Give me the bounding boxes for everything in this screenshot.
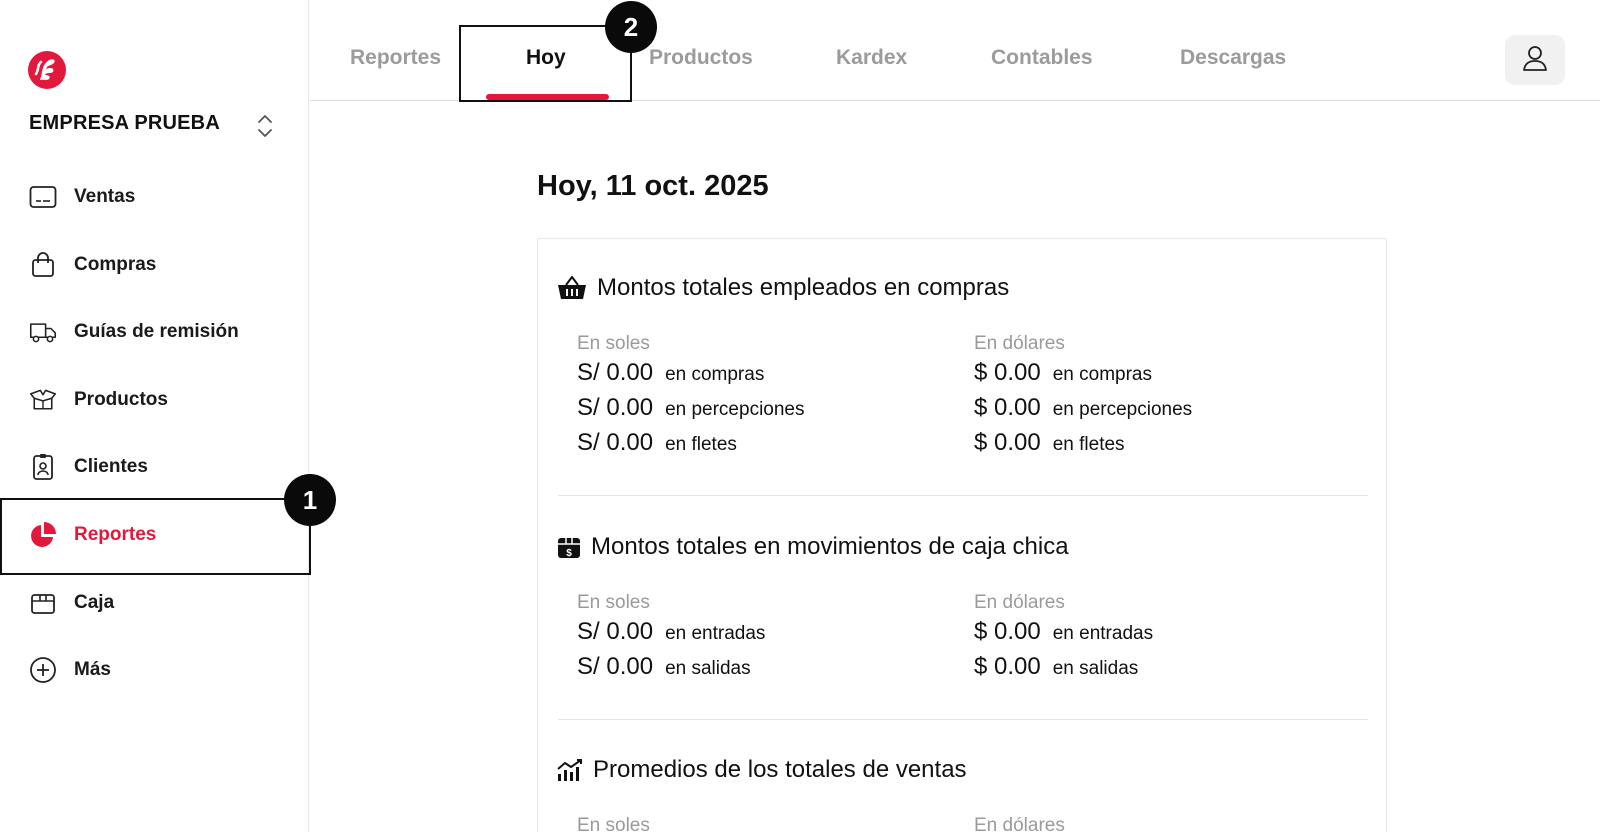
tab-kardex[interactable]: Kardex <box>836 46 907 70</box>
amount-row: S/ 0.00 en salidas <box>577 653 751 681</box>
amount-row: S/ 0.00 en entradas <box>577 618 765 646</box>
sidebar-item-label: Más <box>74 659 111 680</box>
amount-description: en entradas <box>665 623 766 644</box>
amount-value: S/ 0.00 <box>577 618 654 645</box>
amount-description: en percepciones <box>665 399 805 420</box>
amount-description: en fletes <box>1052 434 1125 455</box>
tab-descargas[interactable]: Descargas <box>1180 46 1286 70</box>
page-title: Hoy, 11 oct. 2025 <box>537 170 769 202</box>
sidebar-item-caja[interactable]: Caja <box>0 575 309 631</box>
amount-description: en compras <box>1052 364 1153 385</box>
plus-circle-icon <box>29 656 57 684</box>
section-header-promedios: Promedios de los totales de ventas <box>557 756 967 784</box>
amount-description: en entradas <box>1052 623 1154 644</box>
svg-text:$: $ <box>566 548 572 559</box>
basket-icon <box>557 274 587 302</box>
amount-description: en compras <box>665 364 765 385</box>
soles-label: En soles <box>577 815 650 832</box>
amount-description: en percepciones <box>1052 399 1193 420</box>
tab-hoy[interactable]: Hoy <box>526 46 566 70</box>
amount-row: $ 0.00 en fletes <box>974 429 1125 457</box>
sidebar-item-productos[interactable]: Productos <box>0 372 309 428</box>
sidebar-item-label: Ventas <box>74 186 136 207</box>
truck-icon <box>29 318 57 346</box>
tab-reportes[interactable]: Reportes <box>350 46 441 70</box>
sidebar-item-label: Productos <box>74 389 168 410</box>
sidebar-item-compras[interactable]: Compras <box>0 237 309 293</box>
shopping-bag-icon <box>29 251 57 279</box>
amount-value: S/ 0.00 <box>577 359 654 386</box>
amount-value: $ 0.00 <box>974 429 1041 456</box>
receipt-icon <box>29 183 57 211</box>
sidebar-item-ventas[interactable]: Ventas <box>0 169 309 225</box>
soles-label: En soles <box>577 592 650 613</box>
amount-row: $ 0.00 en entradas <box>974 618 1153 646</box>
amount-value: $ 0.00 <box>974 359 1041 386</box>
sidebar-item-label: Guías de remisión <box>74 321 239 342</box>
section-divider <box>558 719 1368 720</box>
top-tab-bar <box>310 0 1600 101</box>
sidebar-item-mas[interactable]: Más <box>0 642 309 698</box>
step-badge-1: 1 <box>284 474 336 526</box>
sidebar-item-label: Caja <box>74 592 115 613</box>
sidebar-item-label: Clientes <box>74 456 148 477</box>
amount-row: S/ 0.00 en percepciones <box>577 394 805 422</box>
company-name: EMPRESA PRUEBA <box>29 112 220 134</box>
tab-productos[interactable]: Productos <box>649 46 753 70</box>
amount-description: en fletes <box>665 434 737 455</box>
amount-value: S/ 0.00 <box>577 394 654 421</box>
sidebar-item-guias-de-remision[interactable]: Guías de remisión <box>0 304 309 360</box>
amount-row: $ 0.00 en compras <box>974 359 1152 387</box>
chevron-up-down-icon[interactable] <box>255 112 275 140</box>
company-selector[interactable]: EMPRESA PRUEBA <box>29 112 279 137</box>
dolares-label: En dólares <box>974 333 1065 354</box>
brand-logo[interactable] <box>27 50 67 90</box>
amount-value: $ 0.00 <box>974 618 1041 645</box>
step-badge-2: 2 <box>605 1 657 53</box>
tab-contables[interactable]: Contables <box>991 46 1093 70</box>
cash-box-icon <box>29 589 57 617</box>
id-badge-icon <box>29 453 57 481</box>
sidebar-item-label: Reportes <box>74 524 157 545</box>
soles-label: En soles <box>577 333 650 354</box>
amount-row: $ 0.00 en percepciones <box>974 394 1192 422</box>
amount-row: S/ 0.00 en fletes <box>577 429 737 457</box>
amount-value: $ 0.00 <box>974 653 1041 680</box>
section-header-compras: Montos totales empleados en compras <box>557 274 1009 302</box>
section-divider <box>558 495 1368 496</box>
report-card: Montos totales empleados en compras En s… <box>537 238 1387 832</box>
cash-box-icon: $ <box>557 533 581 561</box>
amount-row: S/ 0.00 en compras <box>577 359 764 387</box>
sidebar-item-clientes[interactable]: Clientes <box>0 439 309 495</box>
amount-row: $ 0.00 en salidas <box>974 653 1138 681</box>
user-account-button[interactable] <box>1505 35 1565 85</box>
sidebar-item-label: Compras <box>74 254 157 275</box>
bar-chart-trend-icon <box>557 756 583 784</box>
amount-description: en salidas <box>665 658 751 679</box>
sidebar: EMPRESA PRUEBA Ventas Compras Guías de r… <box>0 0 309 832</box>
section-title: Montos totales en movimientos de caja ch… <box>591 533 1069 560</box>
user-icon <box>1522 44 1548 77</box>
dolares-label: En dólares <box>974 815 1065 832</box>
amount-value: S/ 0.00 <box>577 429 654 456</box>
section-title: Promedios de los totales de ventas <box>593 756 967 783</box>
pie-chart-icon <box>29 521 57 549</box>
section-title: Montos totales empleados en compras <box>597 274 1010 301</box>
dolares-label: En dólares <box>974 592 1065 613</box>
amount-description: en salidas <box>1052 658 1139 679</box>
active-tab-indicator <box>486 94 609 100</box>
sidebar-item-reportes[interactable]: Reportes <box>0 507 309 563</box>
section-header-caja-chica: $ Montos totales en movimientos de caja … <box>557 533 1069 561</box>
amount-value: S/ 0.00 <box>577 653 654 680</box>
open-box-icon <box>29 386 57 414</box>
amount-value: $ 0.00 <box>974 394 1041 421</box>
